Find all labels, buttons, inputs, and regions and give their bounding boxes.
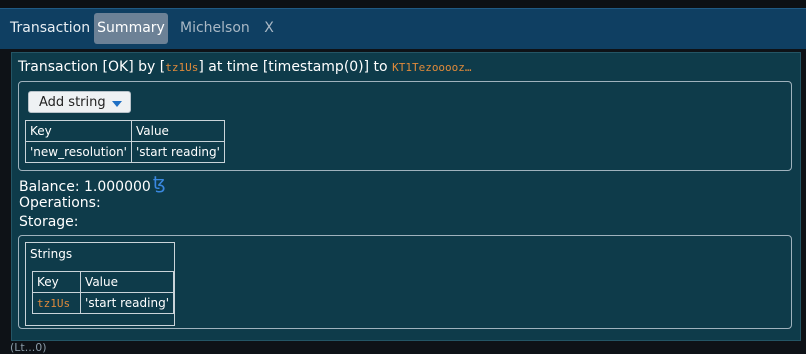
column-header-value: Value <box>130 120 225 142</box>
tab-close[interactable]: X <box>260 13 278 44</box>
caret-down-icon <box>112 101 122 107</box>
column-header-key: Key <box>25 120 132 142</box>
add-string-label: Add string <box>39 95 106 110</box>
table-header-row: Key Value <box>25 120 225 142</box>
transaction-header: Transaction [OK] by [tz1Us] at time [tim… <box>18 59 472 75</box>
table-header-row: Key Value <box>31 271 174 293</box>
column-header-key: Key <box>31 271 82 293</box>
strings-title: Strings <box>30 247 73 261</box>
transaction-prefix: Transaction [OK] by [ <box>18 59 166 75</box>
operations-label: Operations: <box>19 195 101 211</box>
storage-label: Storage: <box>19 214 79 230</box>
target-address[interactable]: KT1Tezooooz… <box>392 61 471 74</box>
storage-address[interactable]: tz1Us <box>37 297 70 310</box>
row-value: 'start reading' <box>130 141 225 163</box>
footer-fragment: (Lt...0) <box>10 341 47 354</box>
column-header-value: Value <box>80 271 174 293</box>
tab-transaction[interactable]: Transaction <box>10 13 90 44</box>
tab-summary[interactable]: Summary <box>94 13 168 44</box>
transaction-middle: ] at time [timestamp(0)] to <box>198 59 388 75</box>
row-key: 'new_resolution' <box>25 141 132 163</box>
parameters-table: Key Value 'new_resolution' 'start readin… <box>25 120 225 163</box>
add-string-button[interactable]: Add string <box>28 91 131 113</box>
balance-label: Balance: 1.000000 <box>19 179 151 195</box>
storage-table: Key Value tz1Us 'start reading' <box>31 271 174 314</box>
storage-box: Strings Key Value tz1Us 'start reading' <box>18 235 792 329</box>
strings-container: Strings Key Value tz1Us 'start reading' <box>25 242 175 326</box>
table-row: 'new_resolution' 'start reading' <box>25 141 225 163</box>
parameters-box: Add string Key Value 'new_resolution' 's… <box>18 81 792 171</box>
row-key: tz1Us <box>31 292 82 314</box>
sender-address[interactable]: tz1Us <box>165 61 198 74</box>
balance-line: Balance: 1.000000 ꜩ <box>19 173 166 196</box>
transaction-panel: Transaction [OK] by [tz1Us] at time [tim… <box>11 52 801 341</box>
tez-icon: ꜩ <box>152 173 166 194</box>
row-value: 'start reading' <box>80 292 174 314</box>
top-edge <box>0 0 806 8</box>
tab-michelson[interactable]: Michelson <box>180 13 250 44</box>
table-row: tz1Us 'start reading' <box>31 292 174 314</box>
tab-bar: Transaction Summary Michelson X <box>0 8 806 49</box>
